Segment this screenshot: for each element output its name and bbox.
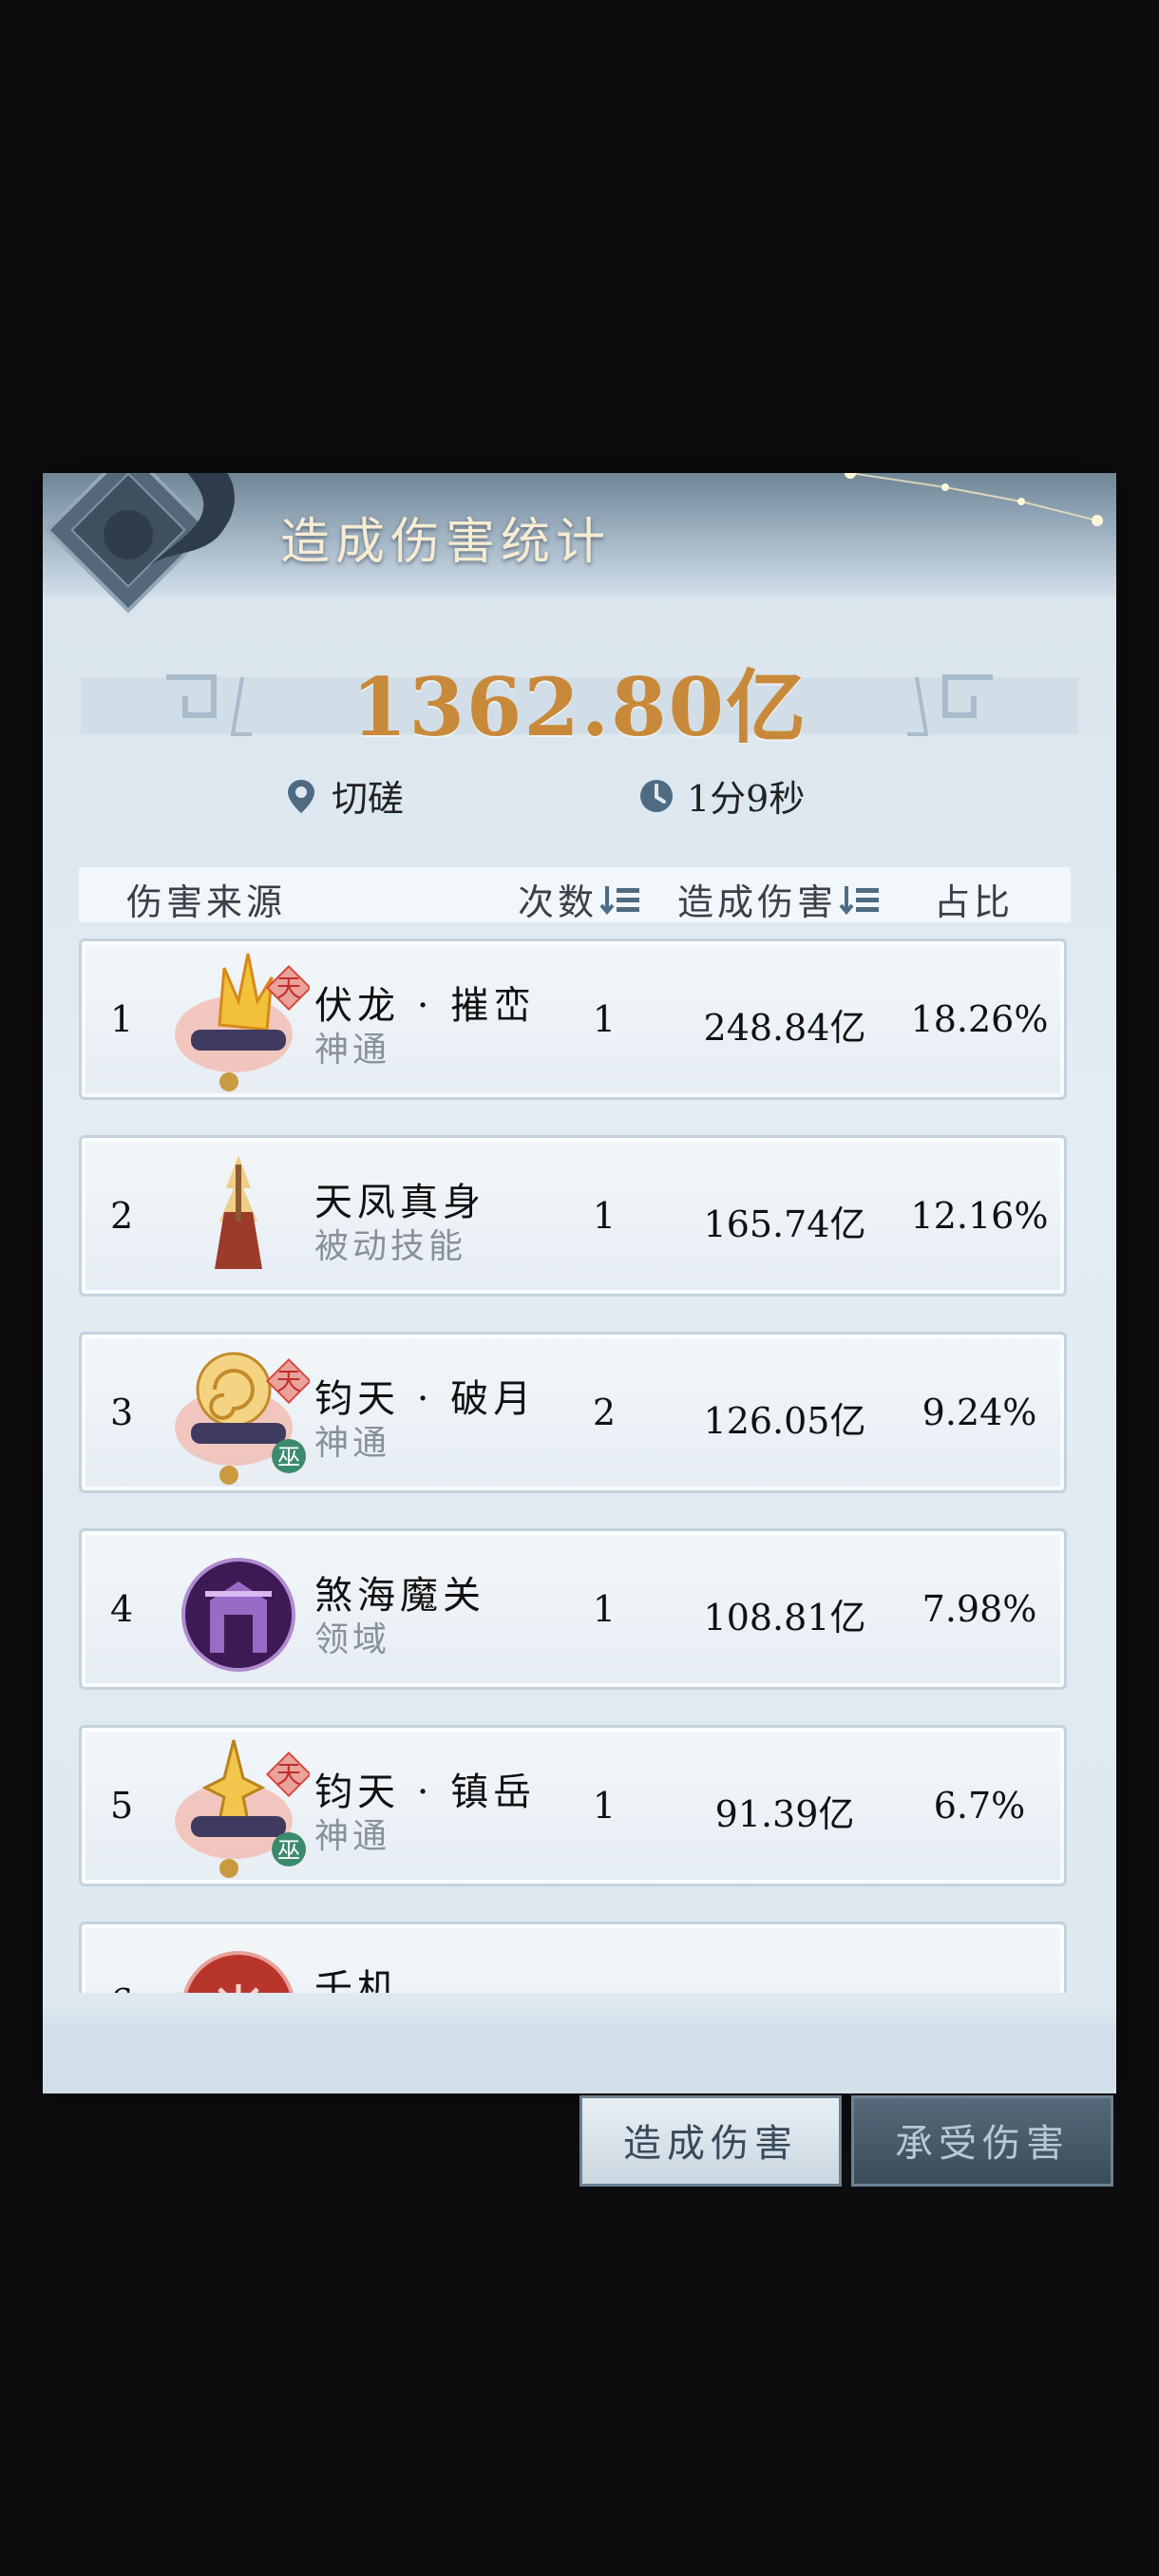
page-title: 造成伤害统计 (280, 514, 612, 571)
column-header: 伤害来源 次数 造成伤害 占比 (79, 867, 1071, 925)
red-seal-icon (183, 1951, 294, 1993)
row-rank: 4 (110, 1588, 134, 1630)
damage-list[interactable]: 1 天 伏龙 · 摧峦 神通 1 248.84亿 18.26% 2 天凤真身 被… (79, 938, 1071, 1993)
col-count-label: 次数 (518, 881, 598, 923)
damage-value: 165.74亿 (703, 1203, 866, 1245)
damage-ratio: 12.16% (910, 1195, 1049, 1237)
list-item[interactable]: 2 天凤真身 被动技能 1 165.74亿 12.16% (79, 1135, 1067, 1297)
tab-damage-dealt[interactable]: 造成伤害 (580, 2095, 842, 2187)
tab-damage-taken[interactable]: 承受伤害 (851, 2095, 1113, 2187)
location-text: 切磋 (332, 778, 405, 820)
hit-count: 1 (592, 998, 617, 1040)
damage-value: 91.39亿 (714, 1793, 855, 1835)
damage-ratio: 6.7% (933, 1785, 1026, 1827)
wu-badge: 巫 (277, 1837, 300, 1864)
damage-value: 248.84亿 (703, 1007, 866, 1049)
list-item[interactable]: 3 天 巫 钧天 · 破月 神通 2 126.05亿 9.24% (79, 1332, 1067, 1493)
list-fade (43, 2002, 1116, 2093)
list-item[interactable]: 6 千机 (79, 1922, 1067, 1993)
flame-scroll-icon: 天 (175, 953, 310, 1091)
constellation-decoration (845, 473, 1103, 526)
spiral-moon-scroll-icon: 天 巫 (175, 1352, 310, 1485)
col-count-sort[interactable]: 次数 (518, 873, 641, 925)
col-source: 伤害来源 (126, 881, 287, 923)
hit-count: 1 (592, 1588, 617, 1630)
damage-value: 108.81亿 (703, 1597, 866, 1638)
skill-type: 被动技能 (314, 1227, 467, 1266)
demon-gate-icon (181, 1558, 295, 1672)
tian-badge: 天 (276, 1368, 301, 1396)
row-rank: 6 (110, 1981, 133, 1993)
clock-icon (640, 779, 673, 812)
damage-stats-panel: 造成伤害统计 1362.80亿 切磋 1分9秒 伤害来源 次数 造成伤害 占比 … (43, 473, 1116, 2093)
row-rank: 2 (110, 1195, 134, 1237)
total-damage: 1362.80亿 (352, 660, 808, 754)
location-info: 切磋 (282, 769, 404, 822)
hit-count: 1 (592, 1785, 617, 1827)
list-item[interactable]: 1 天 伏龙 · 摧峦 神通 1 248.84亿 18.26% (79, 938, 1067, 1100)
row-rank: 1 (110, 998, 134, 1040)
beast-emblem-icon (45, 473, 235, 614)
skill-type: 神通 (314, 1031, 391, 1070)
col-damage-sort[interactable]: 造成伤害 (677, 873, 881, 925)
damage-ratio: 7.98% (922, 1588, 1037, 1630)
wu-badge: 巫 (277, 1444, 300, 1470)
location-pin-icon (288, 779, 314, 813)
golden-spire-scroll-icon: 天 巫 (175, 1739, 310, 1878)
hit-count: 2 (592, 1392, 617, 1433)
tian-badge: 天 (276, 1761, 301, 1790)
list-item[interactable]: 4 煞海魔关 领域 1 108.81亿 7.98% (79, 1528, 1067, 1690)
skill-type: 神通 (314, 1817, 391, 1856)
col-ratio: 占比 (934, 881, 1015, 923)
row-rank: 3 (110, 1392, 134, 1433)
sort-icon (599, 885, 640, 915)
list-item[interactable]: 5 天 巫 钧天 · 镇岳 神通 1 91.39亿 6.7% (79, 1725, 1067, 1886)
col-damage-label: 造成伤害 (677, 881, 838, 923)
duration-info: 1分9秒 (637, 769, 805, 822)
skill-type: 领域 (314, 1620, 391, 1659)
damage-ratio: 9.24% (922, 1392, 1037, 1433)
damage-ratio: 18.26% (910, 998, 1049, 1040)
phoenix-figure-icon (215, 1155, 262, 1269)
sort-icon (839, 885, 880, 915)
duration-text: 1分9秒 (687, 778, 806, 820)
tian-badge: 天 (276, 975, 301, 1003)
skill-type: 神通 (314, 1424, 391, 1463)
row-rank: 5 (110, 1785, 134, 1827)
hit-count: 1 (592, 1195, 617, 1237)
skill-name: 千机 (314, 1967, 400, 1993)
damage-value: 126.05亿 (703, 1400, 866, 1442)
